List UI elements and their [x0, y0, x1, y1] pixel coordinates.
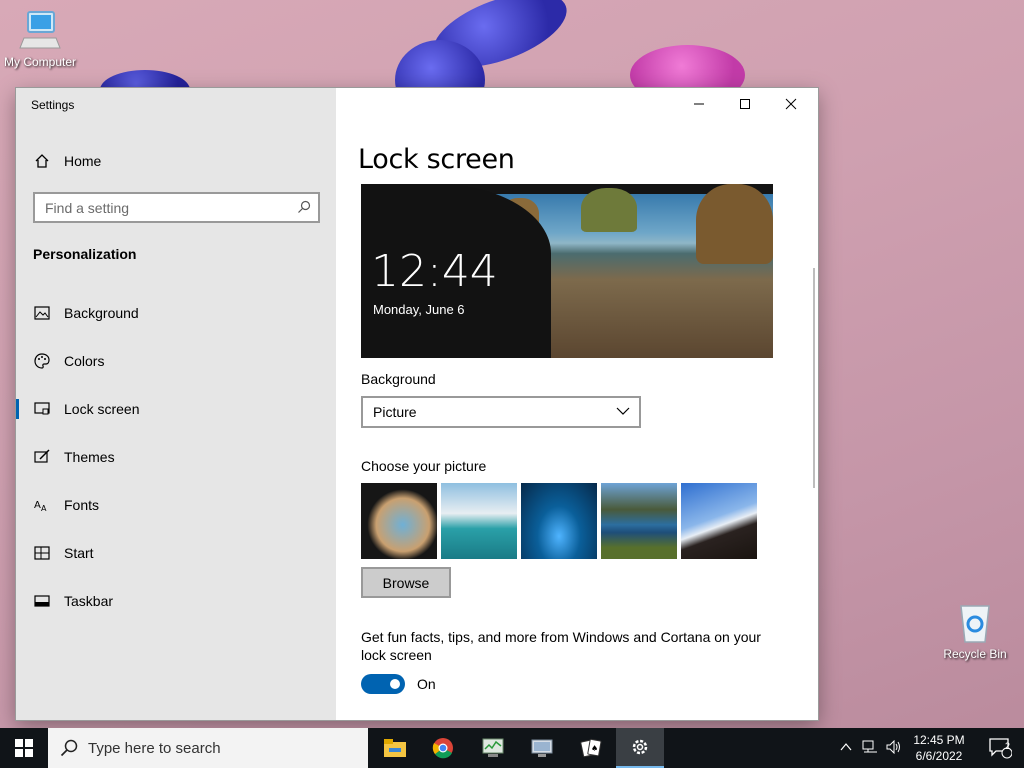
- settings-icon: [632, 739, 648, 755]
- chevron-up-icon[interactable]: [840, 742, 852, 752]
- svg-text:A: A: [34, 500, 41, 511]
- computer-icon: [19, 11, 61, 49]
- preview-clock: 12:44: [371, 246, 498, 297]
- thumbnail-mountain-lake[interactable]: [601, 483, 677, 559]
- desktop-icon-label: My Computer: [3, 55, 77, 69]
- sidebar-item-label: Themes: [64, 449, 115, 465]
- desktop-icon-recycle-bin[interactable]: Recycle Bin: [935, 600, 1015, 661]
- sidebar-item-label: Taskbar: [64, 593, 114, 609]
- task-manager-icon: [482, 738, 504, 757]
- page-title: Lock screen: [358, 144, 515, 175]
- lock-screen-preview: 12:44 Monday, June 6: [361, 184, 773, 358]
- brush-icon: [33, 448, 51, 466]
- taskbar-app-file-explorer[interactable]: [371, 728, 419, 768]
- fun-facts-description: Get fun facts, tips, and more from Windo…: [361, 629, 761, 663]
- settings-sidebar: Settings Home Find a setting Personaliza…: [16, 88, 336, 720]
- preview-rock: [696, 184, 773, 264]
- sidebar-item-home[interactable]: Home: [16, 141, 336, 181]
- recycle-bin-icon: [960, 605, 990, 643]
- windows-logo-icon: [15, 739, 33, 757]
- action-center-button[interactable]: 2: [976, 728, 1024, 768]
- svg-text:A: A: [41, 504, 47, 513]
- picture-thumbnails: [361, 483, 757, 559]
- browse-button[interactable]: Browse: [361, 567, 451, 598]
- background-select[interactable]: Picture: [361, 396, 641, 428]
- home-icon: [33, 152, 51, 170]
- taskbar-app-solitaire[interactable]: ♠: [567, 728, 615, 768]
- settings-content: Lock screen 12:44 Monday, June 6 Backgro…: [336, 88, 818, 720]
- settings-window: Settings Home Find a setting Personaliza…: [16, 88, 818, 720]
- system-clock[interactable]: 12:45 PM 6/6/2022: [905, 732, 973, 764]
- taskbar: Type here to search ♠ 12:45 PM 6/6/2022: [0, 728, 1024, 768]
- background-select-value: Picture: [373, 404, 417, 420]
- font-icon: AA: [33, 496, 51, 514]
- background-label: Background: [361, 371, 436, 387]
- close-icon: [785, 98, 797, 110]
- search-icon: [298, 200, 311, 213]
- sidebar-item-label: Start: [64, 545, 94, 561]
- content-scrollbar[interactable]: [813, 268, 815, 488]
- network-app-icon: [531, 739, 553, 757]
- sidebar-item-start[interactable]: Start: [16, 533, 336, 573]
- sidebar-item-background[interactable]: Background: [16, 293, 336, 333]
- taskbar-app-task-manager[interactable]: [469, 728, 517, 768]
- thumbnail-glass-ocean[interactable]: [441, 483, 517, 559]
- taskbar-icon: [33, 592, 51, 610]
- lock-screen-icon: [33, 400, 51, 418]
- choose-picture-label: Choose your picture: [361, 458, 487, 474]
- taskbar-app-network[interactable]: [518, 728, 566, 768]
- taskbar-app-settings[interactable]: [616, 728, 664, 768]
- sidebar-item-lock-screen[interactable]: Lock screen: [16, 389, 336, 429]
- network-icon[interactable]: [862, 740, 878, 754]
- sidebar-item-label: Fonts: [64, 497, 100, 513]
- minimize-icon: [694, 103, 704, 105]
- window-title: Settings: [31, 98, 75, 112]
- sidebar-item-fonts[interactable]: AA Fonts: [16, 485, 336, 525]
- taskbar-app-chrome[interactable]: [419, 728, 467, 768]
- thumbnail-snowy-cliff[interactable]: [681, 483, 757, 559]
- close-button[interactable]: [768, 88, 814, 120]
- clock-time: 12:45 PM: [913, 733, 965, 747]
- sidebar-item-themes[interactable]: Themes: [16, 437, 336, 477]
- chevron-down-icon: [616, 407, 630, 415]
- desktop-icon-my-computer[interactable]: My Computer: [0, 8, 80, 69]
- file-explorer-icon: [384, 739, 406, 757]
- clock-date: 6/6/2022: [915, 749, 963, 763]
- notification-count: 2: [1005, 741, 1011, 751]
- toggle-state-label: On: [417, 676, 436, 692]
- minimize-button[interactable]: [676, 88, 722, 120]
- picture-icon: [33, 304, 51, 322]
- sidebar-item-label: Colors: [64, 353, 105, 369]
- preview-rock: [581, 188, 637, 232]
- section-title: Personalization: [33, 246, 137, 262]
- maximize-icon: [740, 99, 750, 109]
- fun-facts-toggle[interactable]: [361, 674, 405, 694]
- sidebar-item-label: Background: [64, 305, 139, 321]
- chrome-icon: [432, 738, 453, 759]
- search-icon: [60, 739, 78, 757]
- sidebar-item-taskbar[interactable]: Taskbar: [16, 581, 336, 621]
- sidebar-item-label: Lock screen: [64, 401, 140, 417]
- desktop-icon-label: Recycle Bin: [943, 647, 1007, 661]
- start-icon: [33, 544, 51, 562]
- thumbnail-underwater-blue[interactable]: [521, 483, 597, 559]
- taskbar-search-box[interactable]: Type here to search: [48, 728, 368, 768]
- solitaire-icon: ♠: [580, 738, 602, 758]
- search-placeholder: Find a setting: [45, 199, 130, 216]
- toggle-knob: [390, 679, 400, 689]
- settings-search-input[interactable]: Find a setting: [33, 192, 320, 223]
- sidebar-item-label: Home: [64, 153, 102, 169]
- svg-text:♠: ♠: [591, 744, 598, 753]
- start-button[interactable]: [0, 728, 48, 768]
- maximize-button[interactable]: [722, 88, 768, 120]
- taskbar-search-placeholder: Type here to search: [88, 739, 221, 757]
- volume-icon[interactable]: [886, 740, 902, 754]
- sidebar-item-colors[interactable]: Colors: [16, 341, 336, 381]
- thumbnail-cave-beach[interactable]: [361, 483, 437, 559]
- preview-date: Monday, June 6: [373, 302, 465, 317]
- palette-icon: [33, 352, 51, 370]
